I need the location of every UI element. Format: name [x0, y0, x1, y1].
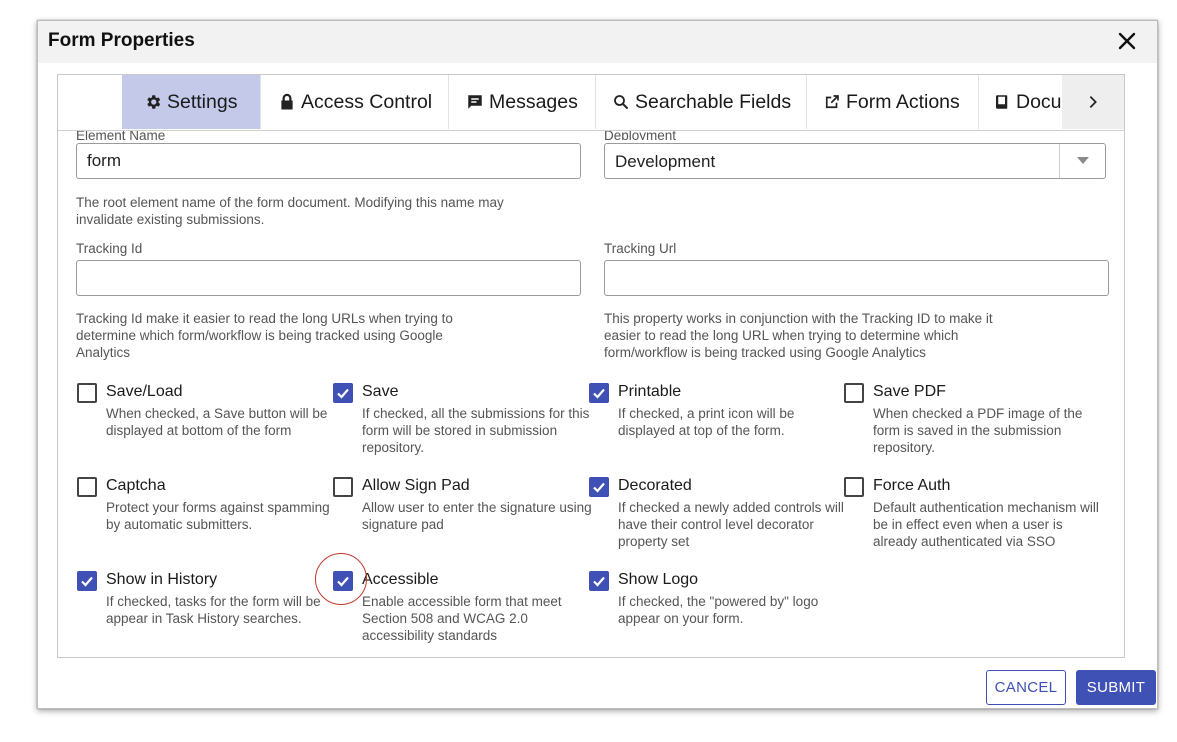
- checkmark-icon: [593, 388, 605, 399]
- option-description: If checked, the "powered by" logo appear…: [618, 594, 819, 626]
- checkbox-save-pdf[interactable]: [844, 383, 864, 403]
- option-label: Show Logo: [618, 571, 699, 588]
- option-label: Save: [362, 383, 399, 400]
- dialog-header: Form Properties: [38, 21, 1157, 63]
- tracking-url-input[interactable]: [604, 260, 1109, 296]
- checkbox-allow-sign-pad[interactable]: [333, 477, 353, 497]
- close-button[interactable]: [1115, 29, 1139, 53]
- option-label: Printable: [618, 383, 682, 400]
- checkbox-decorated[interactable]: [589, 477, 609, 497]
- option-description: If checked, all the submissions for this…: [362, 406, 590, 455]
- option-description: If checked, tasks for the form will be a…: [106, 594, 321, 626]
- option-label: Save/Load: [106, 383, 183, 400]
- deployment-value: Development: [615, 152, 716, 171]
- settings-panel: Settings Access Control Messages Searcha…: [57, 74, 1125, 658]
- option-description: Default authentication mechanism will be…: [873, 500, 1099, 549]
- tab-label: Form Actions: [846, 90, 960, 113]
- option-label: Allow Sign Pad: [362, 477, 470, 494]
- checkbox-captcha[interactable]: [77, 477, 97, 497]
- tab-label: Settings: [167, 90, 238, 113]
- message-icon: [466, 93, 484, 111]
- tracking-id-help: Tracking Id make it easier to read the l…: [76, 311, 453, 360]
- tracking-id-input[interactable]: [76, 260, 581, 296]
- checkbox-force-auth[interactable]: [844, 477, 864, 497]
- option-description: Protect your forms against spamming by a…: [106, 500, 330, 532]
- checkbox-save[interactable]: [333, 383, 353, 403]
- checkbox-printable[interactable]: [589, 383, 609, 403]
- tracking-url-label: Tracking Url: [604, 241, 677, 256]
- tab-documents[interactable]: Docu: [979, 75, 1069, 129]
- tab-scroll-right-button[interactable]: [1062, 75, 1124, 129]
- option-description: If checked a newly added controls will h…: [618, 500, 844, 549]
- chevron-right-icon: [1089, 96, 1097, 108]
- option-description: Allow user to enter the signature using …: [362, 500, 592, 532]
- element-name-input[interactable]: [76, 143, 581, 179]
- checkbox-accessible[interactable]: [333, 571, 353, 591]
- option-description: When checked a PDF image of the form is …: [873, 406, 1083, 455]
- tab-label: Searchable Fields: [635, 90, 792, 113]
- external-link-icon: [823, 93, 841, 111]
- option-description: When checked, a Save button will be disp…: [106, 406, 328, 438]
- book-icon: [993, 93, 1011, 111]
- tab-label: Messages: [489, 90, 578, 113]
- tab-messages[interactable]: Messages: [449, 75, 596, 129]
- lock-icon: [278, 93, 296, 111]
- close-icon: [1118, 32, 1136, 50]
- dropdown-arrow[interactable]: [1059, 144, 1105, 178]
- checkmark-icon: [81, 576, 93, 587]
- tab-label: Access Control: [301, 90, 433, 113]
- option-label: Decorated: [618, 477, 692, 494]
- deployment-select[interactable]: Development: [604, 143, 1106, 179]
- tab-access-control[interactable]: Access Control: [261, 75, 449, 129]
- tab-form-actions[interactable]: Form Actions: [807, 75, 979, 129]
- option-label: Force Auth: [873, 477, 951, 494]
- dialog-title: Form Properties: [48, 30, 195, 51]
- checkmark-icon: [593, 576, 605, 587]
- option-label: Accessible: [362, 571, 439, 588]
- checkbox-show-logo[interactable]: [589, 571, 609, 591]
- caret-down-icon: [1076, 157, 1089, 164]
- option-label: Captcha: [106, 477, 166, 494]
- checkmark-icon: [593, 482, 605, 493]
- checkbox-save-load[interactable]: [77, 383, 97, 403]
- gear-icon: [144, 93, 162, 111]
- tracking-id-label: Tracking Id: [76, 241, 143, 256]
- element-name-label: Element Name: [76, 131, 166, 140]
- settings-content: Element Name Deployment Development The …: [58, 131, 1124, 657]
- search-icon: [612, 93, 630, 111]
- checkmark-icon: [337, 388, 349, 399]
- deployment-label: Deployment: [604, 131, 677, 140]
- option-description: Enable accessible form that meet Section…: [362, 594, 562, 643]
- tab-label: Docu: [1016, 90, 1062, 113]
- option-description: If checked, a print icon will be display…: [618, 406, 795, 438]
- tab-bar: Settings Access Control Messages Searcha…: [58, 75, 1124, 131]
- checkbox-show-in-history[interactable]: [77, 571, 97, 591]
- submit-button[interactable]: SUBMIT: [1076, 670, 1156, 705]
- element-name-help: The root element name of the form docume…: [76, 195, 504, 227]
- option-label: Save PDF: [873, 383, 946, 400]
- cancel-button[interactable]: CANCEL: [986, 670, 1066, 705]
- option-label: Show in History: [106, 571, 218, 588]
- tracking-url-help: This property works in conjunction with …: [604, 311, 993, 360]
- tab-searchable-fields[interactable]: Searchable Fields: [596, 75, 807, 129]
- tab-settings[interactable]: Settings: [122, 75, 261, 129]
- checkmark-icon: [337, 576, 349, 587]
